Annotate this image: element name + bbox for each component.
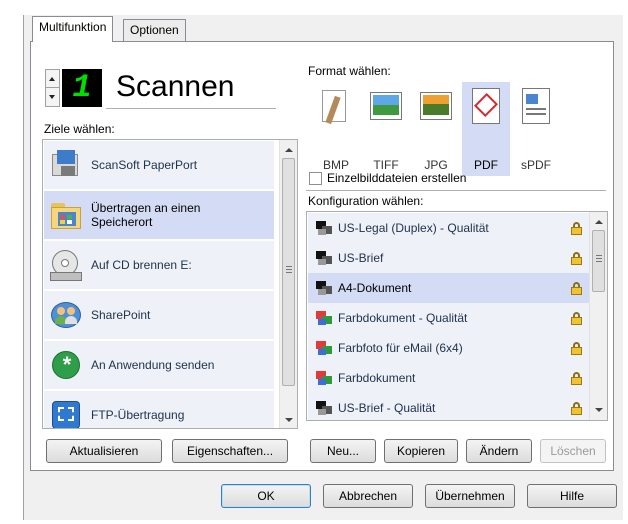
lock-icon	[571, 311, 582, 325]
bmp-icon	[318, 86, 354, 130]
refresh-button[interactable]: Aktualisieren	[46, 439, 162, 463]
format-pdf[interactable]: PDF	[462, 82, 510, 176]
config-item[interactable]: Farbdokument	[308, 363, 594, 393]
pdf-icon	[468, 86, 504, 130]
config-label: Konfiguration wählen:	[308, 194, 424, 208]
tab-optionen[interactable]: Optionen	[123, 19, 186, 41]
delete-button[interactable]: Löschen	[540, 439, 606, 463]
lock-icon	[571, 371, 582, 385]
scroll-thumb[interactable]	[282, 158, 295, 386]
color-scan-icon	[316, 371, 332, 385]
format-jpg[interactable]: JPG	[412, 82, 460, 176]
lock-icon	[571, 401, 582, 415]
destination-item-transfer[interactable]: Übertragen an einen Speicherort	[44, 191, 274, 239]
config-item-label: A4-Dokument	[338, 281, 412, 295]
sharepoint-icon	[49, 298, 83, 332]
mode-divider	[106, 108, 276, 109]
destination-item-paperport[interactable]: ScanSoft PaperPort	[44, 141, 274, 189]
send-to-app-icon: *	[49, 348, 83, 382]
config-item-label: US-Brief	[338, 251, 384, 265]
config-list[interactable]: US-Legal (Duplex) - Qualität US-Brief A4-D…	[306, 211, 608, 421]
config-item[interactable]: US-Legal (Duplex) - Qualität	[308, 213, 594, 243]
format-divider	[306, 190, 606, 191]
config-item[interactable]: US-Brief	[308, 243, 594, 273]
destinations-scrollbar[interactable]	[279, 140, 297, 428]
destinations-list[interactable]: ScanSoft PaperPort Übertragen an einen S…	[42, 139, 298, 429]
spdf-icon	[518, 86, 554, 130]
bw-scan-icon	[316, 401, 332, 415]
paperport-icon	[49, 148, 83, 182]
lock-icon	[571, 221, 582, 235]
destination-label: FTP-Übertragung	[91, 408, 185, 422]
cancel-button[interactable]: Abbrechen	[323, 484, 413, 508]
lock-icon	[571, 281, 582, 295]
spin-up-button[interactable]	[46, 70, 59, 88]
format-label: Format wählen:	[308, 64, 391, 78]
format-text: BMP	[322, 158, 349, 172]
help-button[interactable]: Hilfe	[527, 484, 617, 508]
scroll-down-icon[interactable]	[285, 418, 293, 422]
new-button[interactable]: Neu...	[310, 439, 376, 463]
properties-button[interactable]: Eigenschaften...	[172, 439, 288, 463]
lock-icon	[571, 251, 582, 265]
ok-button[interactable]: OK	[221, 484, 311, 508]
color-scan-icon	[316, 311, 332, 325]
config-item[interactable]: Farbfoto für eMail (6x4)	[308, 333, 594, 363]
mode-digit-display: 1	[62, 69, 102, 107]
format-bmp[interactable]: BMP	[312, 82, 360, 176]
config-item-label: Farbfoto für eMail (6x4)	[338, 341, 463, 355]
lock-icon	[571, 341, 582, 355]
scroll-down-icon[interactable]	[595, 408, 603, 412]
color-scan-icon	[316, 341, 332, 355]
ftp-icon	[49, 398, 83, 428]
edit-button[interactable]: Ändern	[466, 439, 532, 463]
jpg-icon	[418, 86, 454, 130]
destination-item-cd[interactable]: Auf CD brennen E:	[44, 241, 274, 289]
cd-drive-icon	[49, 248, 83, 282]
config-item-label: US-Legal (Duplex) - Qualität	[338, 221, 489, 235]
bw-scan-icon	[316, 251, 332, 265]
single-files-label: Einzelbilddateien erstellen	[327, 171, 467, 185]
format-text: TIFF	[373, 158, 399, 172]
format-text: JPG	[424, 158, 448, 172]
tab-multifunktion[interactable]: Multifunktion	[32, 16, 114, 42]
destinations-label: Ziele wählen:	[44, 122, 115, 136]
tiff-icon	[368, 86, 404, 130]
format-tiff[interactable]: TIFF	[362, 82, 410, 176]
bw-scan-icon	[316, 221, 332, 235]
scroll-up-icon[interactable]	[595, 220, 603, 224]
arrow-up-icon	[49, 77, 55, 81]
config-item[interactable]: Farbdokument - Qualität	[308, 303, 594, 333]
format-spdf[interactable]: sPDF	[512, 82, 560, 176]
mode-spinner[interactable]	[45, 69, 60, 107]
spin-down-button[interactable]	[46, 88, 59, 106]
config-item-label: US-Brief - Qualität	[338, 401, 436, 415]
destination-item-sharepoint[interactable]: SharePoint	[44, 291, 274, 339]
copy-button[interactable]: Kopieren	[384, 439, 458, 463]
destination-item-send-app[interactable]: * An Anwendung senden	[44, 341, 274, 389]
destination-label: ScanSoft PaperPort	[91, 158, 198, 172]
arrow-down-icon	[49, 95, 55, 99]
apply-button[interactable]: Übernehmen	[425, 484, 515, 508]
format-text: sPDF	[521, 158, 551, 172]
scroll-thumb[interactable]	[592, 230, 605, 292]
config-item-label: Farbdokument - Qualität	[338, 311, 468, 325]
destination-item-ftp[interactable]: FTP-Übertragung	[44, 391, 274, 428]
destination-label: Übertragen an einen Speicherort	[91, 201, 201, 229]
config-item[interactable]: US-Brief - Qualität	[308, 393, 594, 420]
format-text: PDF	[474, 158, 498, 172]
config-scrollbar[interactable]	[589, 212, 607, 420]
config-item-label: Farbdokument	[338, 371, 416, 385]
scroll-up-icon[interactable]	[285, 148, 293, 152]
mode-title: Scannen	[116, 70, 235, 103]
config-item[interactable]: A4-Dokument	[308, 273, 594, 303]
folder-icon	[49, 198, 83, 232]
bw-scan-icon	[316, 281, 332, 295]
destination-label: SharePoint	[91, 308, 151, 322]
destination-label: Auf CD brennen E:	[91, 258, 192, 272]
single-files-checkbox[interactable]	[309, 172, 322, 185]
destination-label: An Anwendung senden	[91, 358, 215, 372]
